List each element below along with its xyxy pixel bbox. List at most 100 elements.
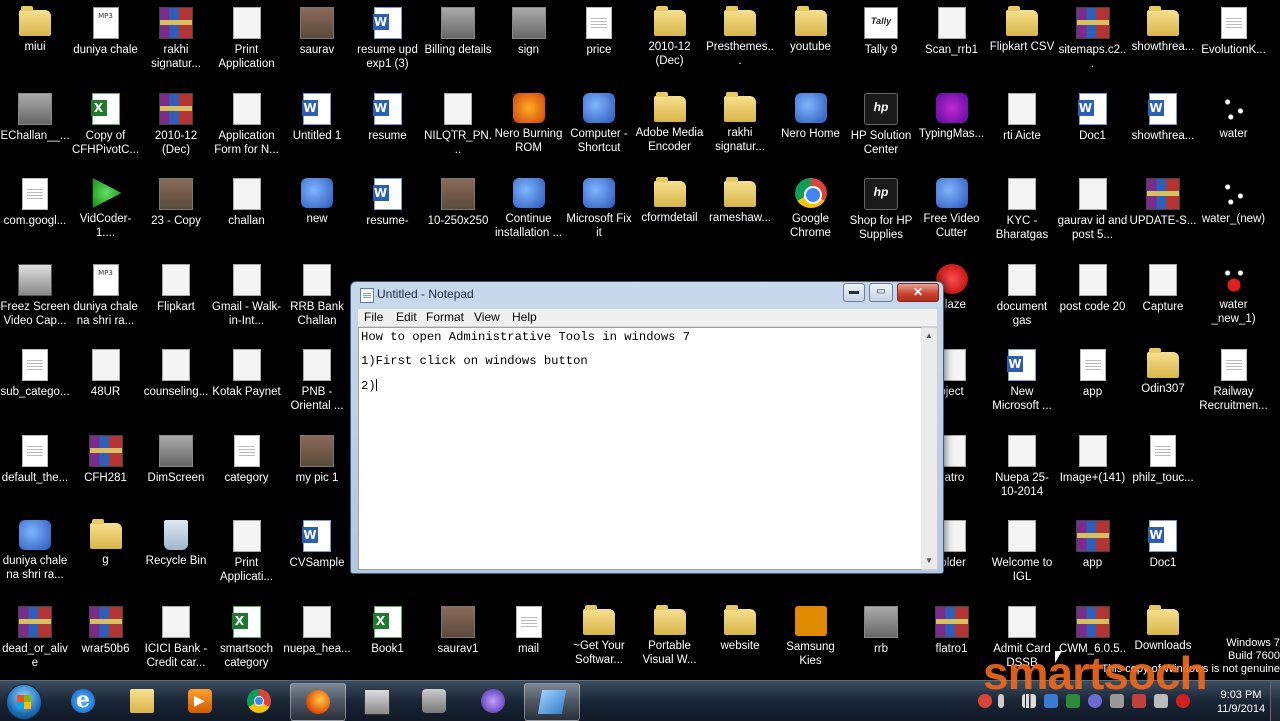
desktop-icon[interactable]: Google Chrome: [776, 175, 846, 259]
menu-edit[interactable]: Edit: [396, 310, 417, 324]
desktop-icon[interactable]: Untitled 1: [282, 90, 352, 174]
desktop-icon[interactable]: Freez Screen Video Cap...: [0, 261, 70, 345]
bluetooth-icon[interactable]: [1044, 694, 1058, 708]
taskbar-button-notepad[interactable]: [524, 683, 580, 721]
desktop-icon[interactable]: new: [282, 175, 352, 259]
desktop-icon[interactable]: duniya chale: [71, 4, 141, 88]
desktop-icon[interactable]: Copy of CFHPivotC...: [71, 90, 141, 174]
taskbar-button-ie[interactable]: [56, 683, 110, 719]
desktop-icon[interactable]: water: [1199, 90, 1269, 174]
vertical-scrollbar[interactable]: ▲ ▼: [921, 327, 938, 570]
text-editor[interactable]: How to open Administrative Tools in wind…: [358, 327, 923, 570]
desktop-icon[interactable]: UPDATE-S...: [1128, 175, 1198, 259]
desktop-icon[interactable]: smartsoch category: [212, 603, 282, 687]
desktop-icon[interactable]: Odin307: [1128, 346, 1198, 430]
desktop-icon[interactable]: g: [71, 517, 141, 601]
chrome-tray-icon[interactable]: [978, 694, 992, 708]
desktop-icon[interactable]: Flipkart: [141, 261, 211, 345]
flag-icon[interactable]: [1132, 694, 1146, 708]
desktop-icon[interactable]: 10-250x250: [423, 175, 493, 259]
taskbar-button-chrome[interactable]: [232, 683, 286, 719]
desktop-icon[interactable]: dead_or_alive: [0, 603, 70, 687]
desktop-icon[interactable]: showthrea...: [1128, 90, 1198, 174]
desktop-icon[interactable]: ICICI Bank - Credit car...: [141, 603, 211, 687]
desktop-icon[interactable]: my pic 1: [282, 432, 352, 516]
desktop-icon[interactable]: default_the...: [0, 432, 70, 516]
notepad-window[interactable]: Untitled - Notepad ▬ ▭ ✕ File Edit Forma…: [350, 281, 944, 574]
desktop-icon[interactable]: Billing details: [423, 4, 493, 88]
security-icon[interactable]: [1066, 694, 1080, 708]
desktop-icon[interactable]: 48UR: [71, 346, 141, 430]
desktop-icon[interactable]: Continue installation ...: [494, 175, 564, 259]
desktop-icon[interactable]: Gmail - Walk-in-Int...: [212, 261, 282, 345]
desktop-icon[interactable]: Shop for HP Supplies: [846, 175, 916, 259]
desktop-icon[interactable]: RRB Bank Challan: [282, 261, 352, 345]
desktop-icon[interactable]: document gas: [987, 261, 1057, 345]
desktop-icon[interactable]: Railway Recruitmen...: [1199, 346, 1269, 430]
clock[interactable]: 9:03 PM 11/9/2014: [1208, 688, 1274, 716]
desktop-icon[interactable]: resume upd exp1 (3): [353, 4, 423, 88]
desktop-icon[interactable]: Free Video Cutter: [917, 175, 987, 259]
desktop-icon[interactable]: Scan_rrb1: [917, 4, 987, 88]
minimize-button[interactable]: ▬: [843, 283, 865, 302]
desktop-icon[interactable]: ~Get Your Softwar...: [564, 603, 634, 687]
desktop-icon[interactable]: app: [1058, 517, 1128, 601]
taskbar-button-folder[interactable]: [115, 683, 169, 719]
desktop-icon[interactable]: Samsung Kies: [776, 603, 846, 687]
desktop-icon[interactable]: website: [705, 603, 775, 687]
desktop-icon[interactable]: showthrea...: [1128, 4, 1198, 88]
desktop-icon[interactable]: New Microsoft ...: [987, 346, 1057, 430]
desktop-icon[interactable]: flatro1: [917, 603, 987, 687]
desktop-icon[interactable]: Portable Visual W...: [635, 603, 705, 687]
close-button[interactable]: ✕: [897, 283, 939, 302]
desktop-icon[interactable]: youtube: [776, 4, 846, 88]
desktop-icon[interactable]: rakhi signatur...: [141, 4, 211, 88]
desktop-icon[interactable]: TypingMas...: [917, 90, 987, 174]
desktop-icon[interactable]: duniya chale na shri ra...: [0, 517, 70, 601]
desktop-icon[interactable]: sub_catego...: [0, 346, 70, 430]
desktop-icon[interactable]: counseling...: [141, 346, 211, 430]
scroll-down-icon[interactable]: ▼: [921, 553, 937, 569]
volume-muted-icon[interactable]: [1176, 694, 1190, 708]
maximize-button[interactable]: ▭: [869, 283, 893, 302]
desktop-icon[interactable]: Capture: [1128, 261, 1198, 345]
scroll-up-icon[interactable]: ▲: [921, 328, 937, 344]
desktop-icon[interactable]: duniya chale na shri ra...: [71, 261, 141, 345]
desktop-icon[interactable]: HP Solution Center: [846, 90, 916, 174]
desktop-icon[interactable]: Admit Card DSSB: [987, 603, 1057, 687]
desktop-icon[interactable]: Print Applicati...: [212, 517, 282, 601]
desktop-icon[interactable]: Doc1: [1128, 517, 1198, 601]
desktop-icon[interactable]: post code 20: [1058, 261, 1128, 345]
desktop-icon[interactable]: gaurav id and post 5...: [1058, 175, 1128, 259]
desktop-icon[interactable]: rameshaw...: [705, 175, 775, 259]
taskbar-button-camera[interactable]: [407, 683, 461, 719]
desktop-icon[interactable]: category: [212, 432, 282, 516]
taskbar-button-media[interactable]: [173, 683, 227, 719]
chevron-up-icon[interactable]: [998, 694, 1004, 708]
desktop-icon[interactable]: Book1: [353, 603, 423, 687]
desktop-icon[interactable]: price: [564, 4, 634, 88]
show-desktop-button[interactable]: [1270, 681, 1280, 721]
desktop-icon[interactable]: resume: [353, 90, 423, 174]
taskbar-button-torrent[interactable]: [466, 683, 520, 719]
desktop-icon[interactable]: Computer - Shortcut: [564, 90, 634, 174]
menu-format[interactable]: Format: [426, 310, 464, 324]
desktop-icon[interactable]: water _new_1): [1199, 261, 1269, 345]
desktop-icon[interactable]: Microsoft Fix it: [564, 175, 634, 259]
desktop-icon[interactable]: nuepa_hea...: [282, 603, 352, 687]
desktop-icon[interactable]: NILQTR_PN...: [423, 90, 493, 174]
desktop-icon[interactable]: Nero Burning ROM: [494, 90, 564, 174]
desktop-icon[interactable]: sitemaps.c2...: [1058, 4, 1128, 88]
desktop-icon[interactable]: Flipkart CSV: [987, 4, 1057, 88]
desktop-icon[interactable]: CFH281: [71, 432, 141, 516]
taskbar-button-firefox[interactable]: [290, 683, 346, 721]
desktop-icon[interactable]: rti Aicte: [987, 90, 1057, 174]
network-icon[interactable]: [1022, 694, 1036, 708]
desktop-icon[interactable]: 23 - Copy: [141, 175, 211, 259]
desktop-icon[interactable]: 2010-12 (Dec): [141, 90, 211, 174]
desktop-icon[interactable]: EChallan__...: [0, 90, 70, 174]
desktop-icon[interactable]: Print Application: [212, 4, 282, 88]
desktop-icon[interactable]: Application Form for N...: [212, 90, 282, 174]
desktop-icon[interactable]: app: [1058, 346, 1128, 430]
desktop-icon[interactable]: resume-: [353, 175, 423, 259]
